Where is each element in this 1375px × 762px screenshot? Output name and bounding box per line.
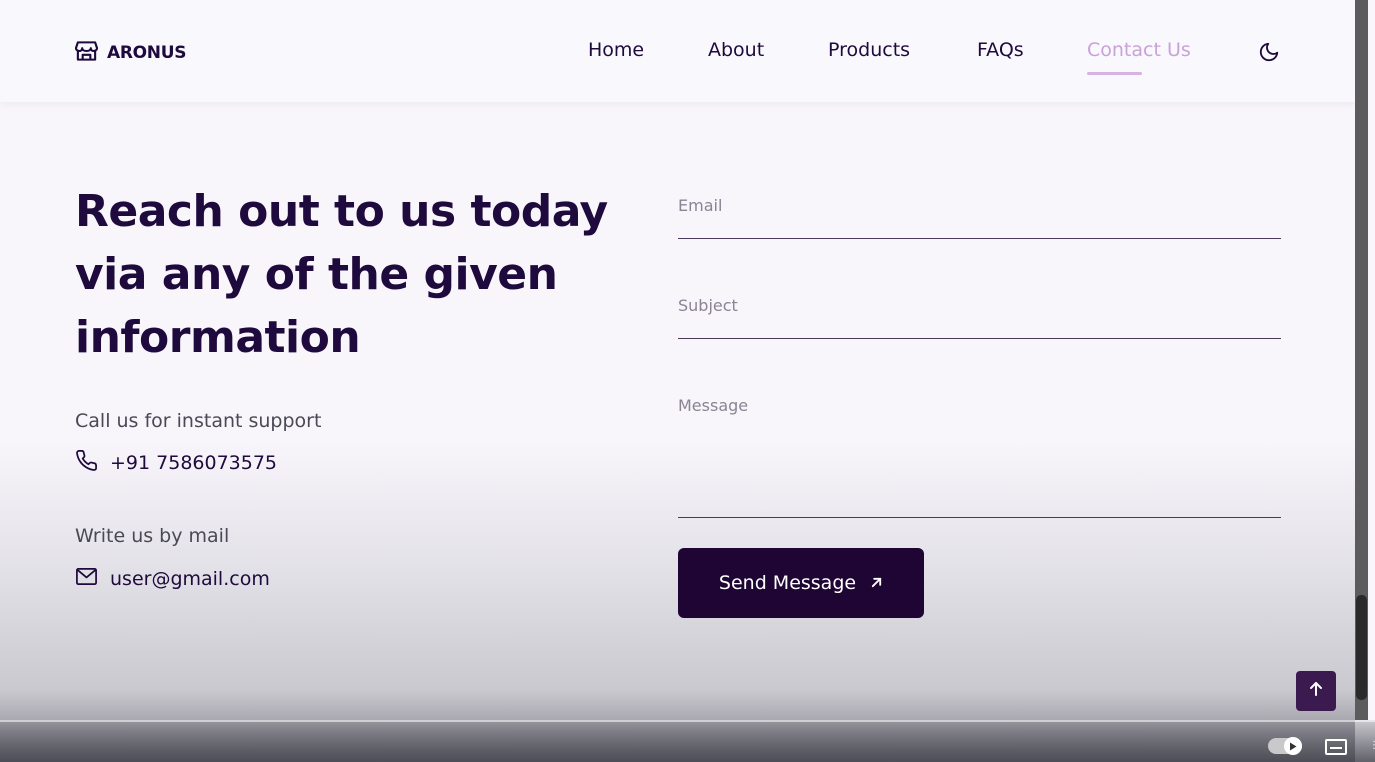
mail-label: Write us by mail <box>75 525 230 547</box>
video-progress-line[interactable] <box>0 720 1375 722</box>
background-fade <box>0 0 1355 762</box>
nav-contact-us[interactable]: Contact Us <box>1087 39 1191 61</box>
email-link[interactable]: user@gmail.com <box>110 568 270 590</box>
scroll-to-top-button[interactable] <box>1296 671 1336 711</box>
nav-about[interactable]: About <box>708 39 764 61</box>
nav-faqs[interactable]: FAQs <box>977 39 1024 61</box>
more-icon[interactable]: ⋮ <box>1369 740 1375 751</box>
nav-active-indicator <box>1087 72 1142 75</box>
site-header: ARONUS Home About Products FAQs Contact … <box>0 0 1355 102</box>
nav-home[interactable]: Home <box>588 39 644 61</box>
mail-icon <box>75 565 98 592</box>
video-controls-bar <box>0 720 1375 762</box>
store-icon <box>74 40 99 66</box>
subject-field-wrapper <box>678 296 1281 339</box>
scrollbar-thumb[interactable] <box>1356 595 1367 700</box>
moon-icon[interactable] <box>1258 41 1280 67</box>
email-row: user@gmail.com <box>75 565 270 592</box>
brand-name: ARONUS <box>107 43 187 63</box>
phone-label: Call us for instant support <box>75 410 322 432</box>
phone-icon <box>75 449 98 476</box>
phone-number-link[interactable]: +91 7586073575 <box>110 452 277 474</box>
brand-logo[interactable]: ARONUS <box>74 40 187 66</box>
message-field[interactable] <box>678 396 1281 506</box>
subject-field[interactable] <box>678 296 1281 315</box>
page-title: Reach out to us today via any of the giv… <box>75 186 608 363</box>
arrow-up-right-icon <box>870 572 883 594</box>
send-message-button[interactable]: Send Message <box>678 548 924 618</box>
captions-icon[interactable] <box>1325 739 1347 755</box>
send-message-label: Send Message <box>718 572 857 594</box>
arrow-up-icon <box>1309 681 1323 701</box>
nav-products[interactable]: Products <box>828 39 910 61</box>
phone-row: +91 7586073575 <box>75 449 277 476</box>
message-field-wrapper <box>678 396 1281 518</box>
email-field-wrapper <box>678 196 1281 239</box>
email-field[interactable] <box>678 196 1281 215</box>
play-icon <box>1284 737 1302 755</box>
